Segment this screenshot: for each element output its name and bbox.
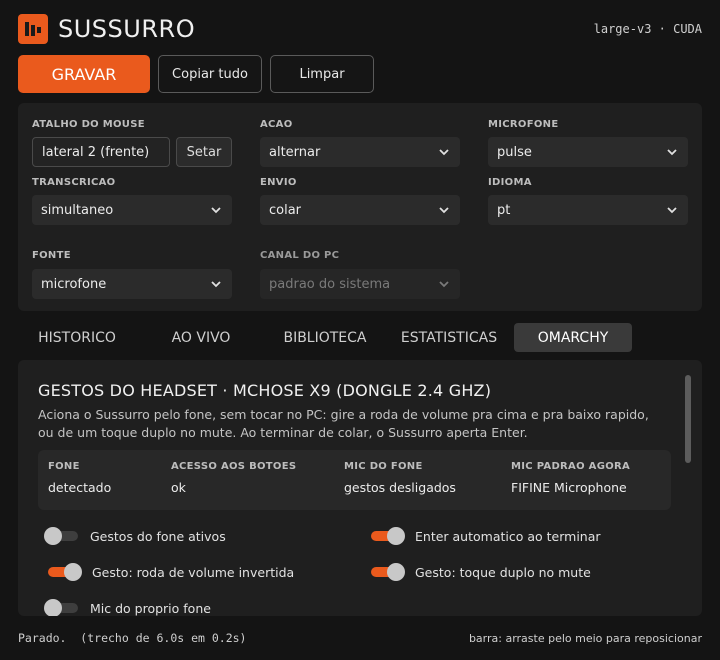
mouse-shortcut-input[interactable]: lateral 2 (frente) xyxy=(32,137,170,167)
headset-status-box: FONE detectado ACESSO AOS BOTOES ok MIC … xyxy=(38,450,671,510)
default-mic-label: MIC PADRAO AGORA xyxy=(511,461,631,472)
toggle-label: Enter automatico ao terminar xyxy=(415,528,601,544)
source-value: microfone xyxy=(41,276,107,292)
pc-channel-value: padrao do sistema xyxy=(269,276,391,292)
toggle-auto-enter[interactable]: Enter automatico ao terminar xyxy=(371,526,601,546)
action-value: alternar xyxy=(269,144,321,160)
chevron-down-icon xyxy=(667,207,677,214)
headset-label: FONE xyxy=(48,461,80,472)
toggle-label: Mic do proprio fone xyxy=(90,600,211,616)
pc-channel-select: padrao do sistema xyxy=(260,269,460,299)
toggle-volume-wheel[interactable]: Gesto: roda de volume invertida xyxy=(48,562,294,582)
microphone-select[interactable]: pulse xyxy=(488,137,688,167)
app-title: SUSSURRO xyxy=(58,15,196,43)
toggle-label: Gesto: roda de volume invertida xyxy=(92,564,295,580)
toggle-mute-double-tap[interactable]: Gesto: toque duplo no mute xyxy=(371,562,591,582)
toggle-label: Gestos do fone ativos xyxy=(90,528,226,544)
toggle-label: Gesto: toque duplo no mute xyxy=(415,564,591,580)
panel-description: Aciona o Sussurro pelo fone, sem tocar n… xyxy=(38,407,649,440)
panel-scrollbar[interactable] xyxy=(685,375,691,463)
headset-mic-value: gestos desligados xyxy=(344,480,456,495)
mouse-shortcut-value: lateral 2 (frente) xyxy=(42,144,150,160)
headset-value: detectado xyxy=(48,480,112,495)
waveform-bars-icon xyxy=(18,14,48,44)
model-info: large-v3 · CUDA xyxy=(593,22,702,36)
toggle-switch[interactable] xyxy=(44,527,78,545)
send-value: colar xyxy=(269,202,302,218)
transcription-label: TRANSCRICAO xyxy=(32,177,116,188)
status-text: Parado. (trecho de 6.0s em 0.2s) xyxy=(18,631,247,645)
transcription-select[interactable]: simultaneo xyxy=(32,195,232,225)
tab-ao-vivo[interactable]: AO VIVO xyxy=(142,323,260,352)
mouse-shortcut-label: ATALHO DO MOUSE xyxy=(32,119,145,130)
language-value: pt xyxy=(497,202,511,218)
button-access-label: ACESSO AOS BOTOES xyxy=(171,461,297,472)
chevron-down-icon xyxy=(211,281,221,288)
button-access-value: ok xyxy=(171,480,186,495)
tab-estatisticas[interactable]: ESTATISTICAS xyxy=(390,323,508,352)
tab-omarchy[interactable]: OMARCHY xyxy=(514,323,632,352)
source-select[interactable]: microfone xyxy=(32,269,232,299)
toggle-switch[interactable] xyxy=(371,527,405,545)
panel-title: GESTOS DO HEADSET · MCHOSE X9 (DONGLE 2.… xyxy=(38,381,492,400)
chevron-down-icon xyxy=(439,149,449,156)
record-button[interactable]: GRAVAR xyxy=(18,55,150,93)
send-select[interactable]: colar xyxy=(260,195,460,225)
microphone-label: MICROFONE xyxy=(488,119,559,130)
pc-channel-label: CANAL DO PC xyxy=(260,250,340,261)
headset-mic-label: MIC DO FONE xyxy=(344,461,423,472)
toggle-switch[interactable] xyxy=(48,563,82,581)
tab-historico[interactable]: HISTORICO xyxy=(18,323,136,352)
toggle-switch[interactable] xyxy=(371,563,405,581)
default-mic-value: FIFINE Microphone xyxy=(511,480,627,495)
source-label: FONTE xyxy=(32,250,71,261)
microphone-value: pulse xyxy=(497,144,532,160)
chevron-down-icon xyxy=(211,207,221,214)
send-label: ENVIO xyxy=(260,177,297,188)
settings-panel: ATALHO DO MOUSE lateral 2 (frente) Setar… xyxy=(18,103,702,311)
toggle-switch[interactable] xyxy=(44,599,78,616)
chevron-down-icon xyxy=(439,207,449,214)
chevron-down-icon xyxy=(667,149,677,156)
bar-hint-text: barra: arraste pelo meio para reposicion… xyxy=(468,632,702,645)
action-select[interactable]: alternar xyxy=(260,137,460,167)
transcription-value: simultaneo xyxy=(41,202,114,218)
tab-biblioteca[interactable]: BIBLIOTECA xyxy=(266,323,384,352)
toggle-gestures-active[interactable]: Gestos do fone ativos xyxy=(44,526,226,546)
action-label: ACAO xyxy=(260,119,293,130)
language-label: IDIOMA xyxy=(488,177,532,188)
set-shortcut-button[interactable]: Setar xyxy=(176,137,232,167)
language-select[interactable]: pt xyxy=(488,195,688,225)
toggle-headset-mic[interactable]: Mic do proprio fone xyxy=(44,598,211,616)
clear-button[interactable]: Limpar xyxy=(270,55,374,93)
headset-gestures-panel: GESTOS DO HEADSET · MCHOSE X9 (DONGLE 2.… xyxy=(18,360,702,616)
tab-bar: HISTORICO AO VIVO BIBLIOTECA ESTATISTICA… xyxy=(18,321,702,353)
chevron-down-icon xyxy=(439,281,449,288)
app-header: SUSSURRO large-v3 · CUDA xyxy=(18,14,702,44)
copy-all-button[interactable]: Copiar tudo xyxy=(158,55,262,93)
